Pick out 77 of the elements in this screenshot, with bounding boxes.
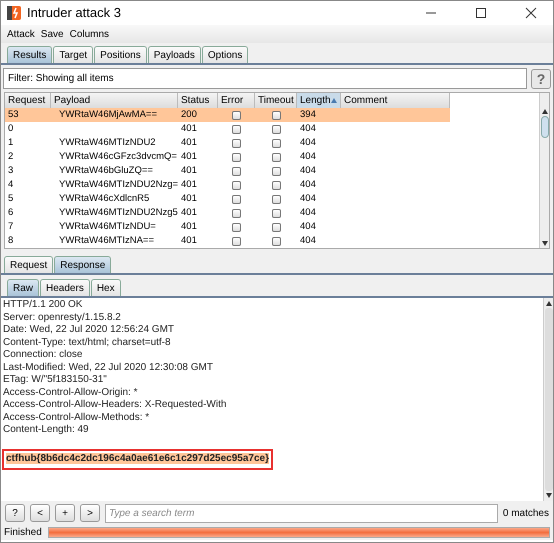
tab[interactable]: Results bbox=[7, 46, 52, 63]
table-cell: 404 bbox=[300, 178, 316, 190]
table-cell: 404 bbox=[300, 136, 316, 148]
response-line: Content-Type: text/html; charset=utf-8 bbox=[3, 336, 172, 349]
table-cell: 404 bbox=[300, 234, 316, 246]
tab[interactable]: Response bbox=[54, 256, 112, 273]
table-cell: 401 bbox=[181, 206, 197, 218]
table-cell: 53 bbox=[8, 108, 19, 120]
response-line: Connection: close bbox=[3, 349, 84, 362]
status-text: Finished bbox=[4, 526, 42, 540]
match-count: 0 matches bbox=[502, 506, 549, 520]
table-cell: 401 bbox=[181, 164, 197, 176]
table-cell: 0 bbox=[8, 122, 14, 134]
table-cell: 401 bbox=[181, 136, 197, 148]
tab[interactable]: Positions bbox=[94, 46, 147, 63]
table-cell: 5 bbox=[8, 192, 14, 204]
response-line: Last-Modified: Wed, 22 Jul 2020 12:30:08 GMT bbox=[3, 362, 214, 374]
response-line: ETag: W/"5f183150-31" bbox=[3, 374, 108, 386]
table-cell: 404 bbox=[300, 150, 316, 162]
table-cell: 7 bbox=[8, 220, 14, 232]
response-line: Content-Length: 49 bbox=[3, 424, 90, 436]
column-header[interactable]: Length bbox=[297, 93, 341, 108]
table-cell: YWRtaW46MjAwMA== bbox=[59, 108, 158, 120]
menu-item[interactable]: Attack bbox=[7, 26, 35, 42]
response-line: Access-Control-Allow-Origin: * bbox=[3, 386, 138, 399]
table-cell: 404 bbox=[300, 122, 316, 134]
response-body: ctfhub{8b6dc4c2dc196c4a0ae61e6c1c297d25ec95a7ce} bbox=[6, 453, 269, 464]
previous-button[interactable]: < bbox=[30, 504, 50, 522]
table-cell: 394 bbox=[300, 108, 316, 120]
table-cell: 404 bbox=[300, 220, 316, 232]
filter-text: Filter: Showing all items bbox=[8, 72, 114, 86]
selected-row[interactable]: 53 YWRtaW46MjAwMA== 200 394 bbox=[5, 108, 450, 122]
tab[interactable]: Target bbox=[53, 46, 94, 63]
tab[interactable]: Headers bbox=[40, 279, 90, 296]
tab[interactable]: Options bbox=[202, 46, 248, 63]
menu-item[interactable]: Save bbox=[40, 26, 64, 42]
table-cell: 4 bbox=[8, 178, 14, 190]
table-cell: 401 bbox=[181, 220, 197, 232]
search-field[interactable]: Type a search term bbox=[105, 504, 498, 522]
response-line: Server: openresty/1.15.8.2 bbox=[3, 312, 122, 324]
help-button[interactable]: ? bbox=[5, 504, 25, 522]
next-button[interactable]: > bbox=[80, 504, 100, 522]
tab[interactable]: Request bbox=[4, 256, 54, 273]
help-button[interactable]: ? bbox=[531, 68, 551, 88]
add-button[interactable]: + bbox=[55, 504, 75, 522]
response-line: HTTP/1.1 200 OK bbox=[3, 299, 84, 312]
menu-item[interactable]: Columns bbox=[70, 26, 110, 42]
tab[interactable]: Payloads bbox=[148, 46, 201, 63]
table-cell: YWRtaW46MTIzNA== bbox=[59, 234, 154, 246]
response-line: Access-Control-Allow-Headers: X-Requested-With bbox=[3, 399, 228, 412]
table-cell: 8 bbox=[8, 234, 14, 246]
table-cell: YWRtaW46MTIzNDU2Nzg= bbox=[59, 178, 178, 190]
table-cell: YWRtaW46cXdlcnR5 bbox=[59, 192, 150, 204]
table-cell: 6 bbox=[8, 206, 14, 218]
table-cell: 200 bbox=[181, 108, 197, 120]
table-cell: YWRtaW46MTIzNDU2Nzg5 bbox=[59, 206, 178, 218]
tab[interactable]: Raw bbox=[7, 279, 40, 296]
table-cell: YWRtaW46MTIzNDU2 bbox=[59, 136, 156, 148]
table-cell: 401 bbox=[181, 234, 197, 246]
table-cell: 401 bbox=[181, 192, 197, 204]
table-cell: 401 bbox=[181, 150, 197, 162]
table-cell: 401 bbox=[181, 178, 197, 190]
table-cell: 404 bbox=[300, 192, 316, 204]
table-cell: YWRtaW46cGFzc3dvcmQ= bbox=[59, 150, 177, 162]
table-cell: YWRtaW46MTIzNDU= bbox=[59, 220, 156, 232]
window-title: Intruder attack 3 bbox=[27, 4, 122, 22]
response-line: Access-Control-Allow-Methods: * bbox=[3, 412, 150, 424]
table-cell: 404 bbox=[300, 206, 316, 218]
table-cell: YWRtaW46bGluZQ== bbox=[59, 164, 153, 176]
table-cell: 404 bbox=[300, 164, 316, 176]
table-cell: 2 bbox=[8, 150, 14, 162]
table-cell: 401 bbox=[181, 122, 197, 134]
filter-bar[interactable]: Filter: Showing all items bbox=[3, 68, 527, 89]
tab[interactable]: Hex bbox=[90, 279, 121, 296]
table-cell: 3 bbox=[8, 164, 14, 176]
response-line: Date: Wed, 22 Jul 2020 12:56:24 GMT bbox=[3, 324, 176, 336]
table-cell: 1 bbox=[8, 136, 14, 148]
